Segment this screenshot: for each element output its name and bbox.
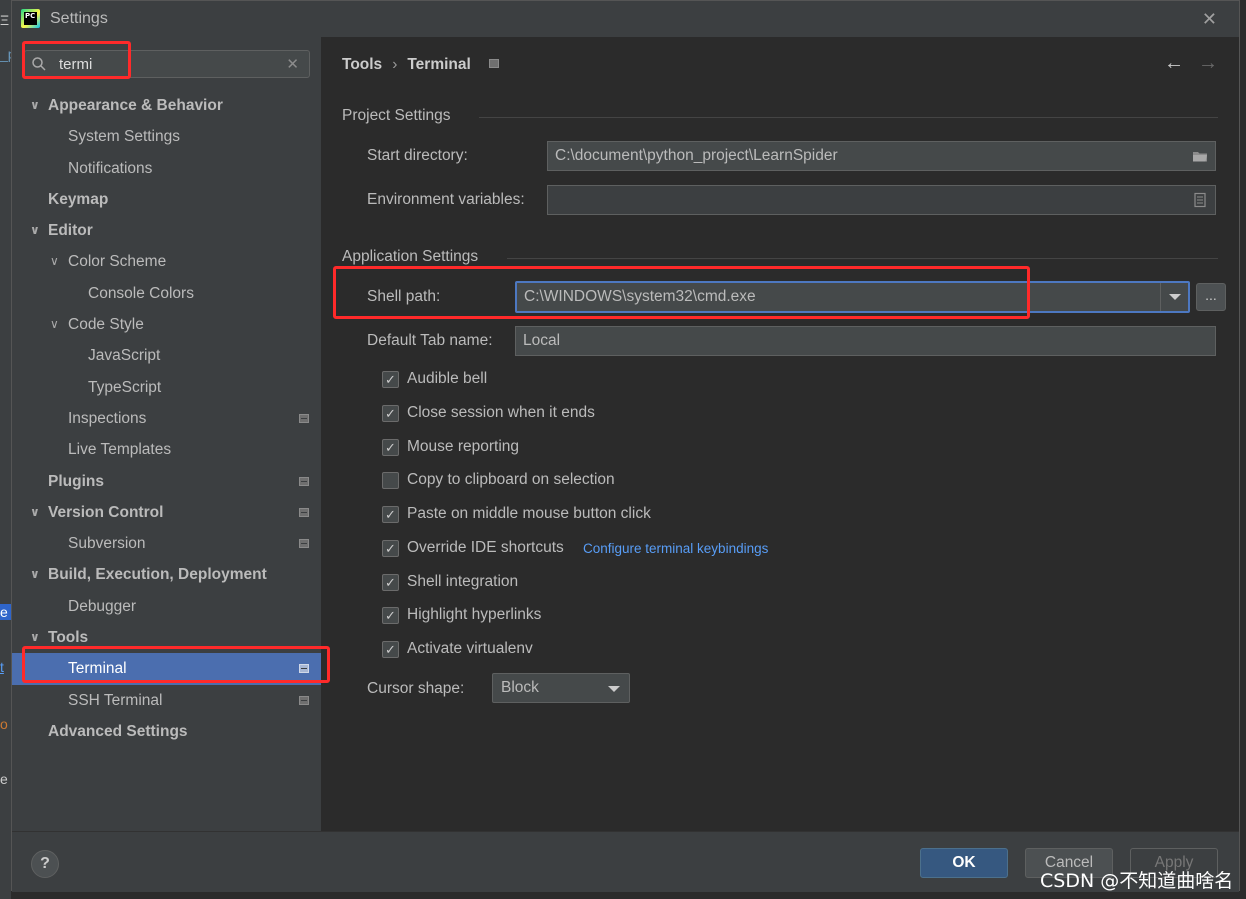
sidebar-item-plugins[interactable]: Plugins	[12, 466, 321, 497]
checkbox-box[interactable]: ✓	[382, 574, 399, 591]
checkbox-box[interactable]: ✓	[382, 371, 399, 388]
shell-path-combobox[interactable]: C:\WINDOWS\system32\cmd.exe	[515, 281, 1190, 313]
pycharm-logo-icon: PC	[21, 9, 40, 28]
chevron-down-icon: ∨	[30, 567, 40, 582]
close-icon[interactable]: ✕	[1202, 9, 1217, 30]
chevron-down-icon: ∨	[50, 317, 59, 332]
edit-document-icon[interactable]	[1192, 192, 1208, 208]
shell-path-label: Shell path:	[367, 288, 441, 305]
project-level-icon	[299, 507, 309, 517]
sidebar-item-editor[interactable]: ∨ Editor	[12, 215, 321, 246]
settings-tree: ∨ Appearance & Behavior System Settings N…	[12, 90, 321, 747]
project-settings-title: Project Settings	[342, 107, 451, 124]
application-settings-title: Application Settings	[342, 248, 479, 265]
environment-variables-label: Environment variables:	[367, 191, 525, 208]
sidebar-item-code-style[interactable]: ∨ Code Style	[12, 309, 321, 340]
ide-background-strip: Ξ _p e t o e	[0, 0, 11, 899]
default-tab-name-field[interactable]: Local	[515, 326, 1216, 356]
checkbox-box[interactable]: ✓	[382, 506, 399, 523]
search-value: termi	[59, 56, 93, 73]
breadcrumb-parent[interactable]: Tools	[342, 56, 382, 73]
chevron-down-icon: ∨	[30, 504, 40, 519]
project-level-icon	[299, 664, 309, 674]
default-tab-name-value: Local	[523, 332, 561, 349]
ide-fragment: Ξ	[0, 12, 10, 28]
sidebar-item-tools[interactable]: ∨ Tools	[12, 622, 321, 653]
ide-fragment: e	[0, 771, 8, 787]
ide-fragment: _p	[0, 46, 11, 62]
breadcrumb: Tools › Terminal	[342, 56, 499, 74]
sidebar-item-ssh-terminal[interactable]: SSH Terminal	[12, 685, 321, 716]
environment-variables-field[interactable]	[547, 185, 1216, 215]
section-divider	[479, 117, 1218, 118]
start-directory-label: Start directory:	[367, 147, 468, 164]
window-title: Settings	[50, 10, 108, 27]
title-bar: PC Settings ✕	[12, 1, 1239, 37]
chevron-down-icon: ∨	[30, 630, 40, 645]
dropdown-arrow-icon[interactable]	[1160, 283, 1188, 311]
sidebar-item-live-templates[interactable]: Live Templates	[12, 434, 321, 465]
sidebar-item-inspections[interactable]: Inspections	[12, 403, 321, 434]
checkbox-box[interactable]: ✓	[382, 439, 399, 456]
sidebar-item-appearance-behavior[interactable]: ∨ Appearance & Behavior	[12, 90, 321, 121]
sidebar-item-system-settings[interactable]: System Settings	[12, 121, 321, 152]
sidebar-item-build-execution-deployment[interactable]: ∨ Build, Execution, Deployment	[12, 559, 321, 590]
sidebar-item-version-control[interactable]: ∨ Version Control	[12, 497, 321, 528]
project-level-icon	[299, 695, 309, 705]
sidebar-item-color-scheme[interactable]: ∨ Color Scheme	[12, 246, 321, 277]
sidebar-item-console-colors[interactable]: Console Colors	[12, 278, 321, 309]
sidebar-item-javascript[interactable]: JavaScript	[12, 340, 321, 371]
checkbox-box[interactable]: ✓	[382, 405, 399, 422]
terminal-settings-panel: Tools › Terminal ← → Project Settings Star…	[321, 37, 1239, 831]
back-arrow-icon[interactable]: ←	[1164, 52, 1184, 75]
default-tab-name-label: Default Tab name:	[367, 332, 493, 349]
sidebar-item-terminal[interactable]: Terminal	[12, 653, 321, 685]
chevron-down-icon: ∨	[30, 223, 40, 238]
section-divider	[507, 258, 1218, 259]
chevron-down-icon: ∨	[50, 254, 59, 269]
start-directory-field[interactable]: C:\document\python_project\LearnSpider	[547, 141, 1216, 171]
folder-icon[interactable]	[1192, 148, 1208, 164]
project-level-icon	[299, 476, 309, 486]
forward-arrow-icon[interactable]: →	[1198, 52, 1218, 75]
cursor-shape-select[interactable]: Block	[492, 673, 630, 703]
checkbox-box[interactable]: ✓	[382, 540, 399, 557]
shell-path-value: C:\WINDOWS\system32\cmd.exe	[524, 288, 756, 305]
ok-button[interactable]: OK	[920, 848, 1008, 878]
project-level-icon	[299, 413, 309, 423]
breadcrumb-current: Terminal	[407, 56, 471, 73]
start-directory-value: C:\document\python_project\LearnSpider	[555, 147, 838, 164]
configure-keybindings-link[interactable]: Configure terminal keybindings	[583, 541, 768, 556]
chevron-down-icon: ∨	[30, 98, 40, 112]
csdn-watermark: CSDN @不知道曲啥名	[1040, 870, 1234, 892]
breadcrumb-separator: ›	[392, 56, 398, 73]
project-level-icon	[299, 539, 309, 549]
checkbox-box[interactable]	[382, 472, 399, 489]
sidebar-item-subversion[interactable]: Subversion	[12, 528, 321, 559]
help-button[interactable]: ?	[31, 850, 59, 878]
checkbox-box[interactable]: ✓	[382, 641, 399, 658]
search-input[interactable]: termi ✕	[24, 50, 310, 78]
sidebar-item-typescript[interactable]: TypeScript	[12, 372, 321, 403]
cursor-shape-label: Cursor shape:	[367, 680, 465, 697]
browse-button[interactable]: ...	[1196, 283, 1226, 311]
settings-sidebar: termi ✕ ∨ Appearance & Behavior System Se…	[12, 37, 321, 831]
settings-dialog: PC Settings ✕ termi ✕ ∨ Appearance & Beha…	[11, 0, 1240, 892]
clear-search-icon[interactable]: ✕	[286, 55, 299, 73]
ide-fragment: o	[0, 716, 8, 732]
sidebar-item-debugger[interactable]: Debugger	[12, 591, 321, 622]
project-level-icon	[488, 59, 499, 68]
sidebar-item-advanced-settings[interactable]: Advanced Settings	[12, 716, 321, 747]
sidebar-item-notifications[interactable]: Notifications	[12, 153, 321, 184]
cursor-shape-value: Block	[501, 679, 539, 696]
ide-fragment: t	[0, 659, 4, 675]
sidebar-item-keymap[interactable]: Keymap	[12, 184, 321, 215]
ide-fragment: e	[0, 604, 11, 620]
checkbox-box[interactable]: ✓	[382, 607, 399, 624]
search-icon	[32, 57, 46, 71]
